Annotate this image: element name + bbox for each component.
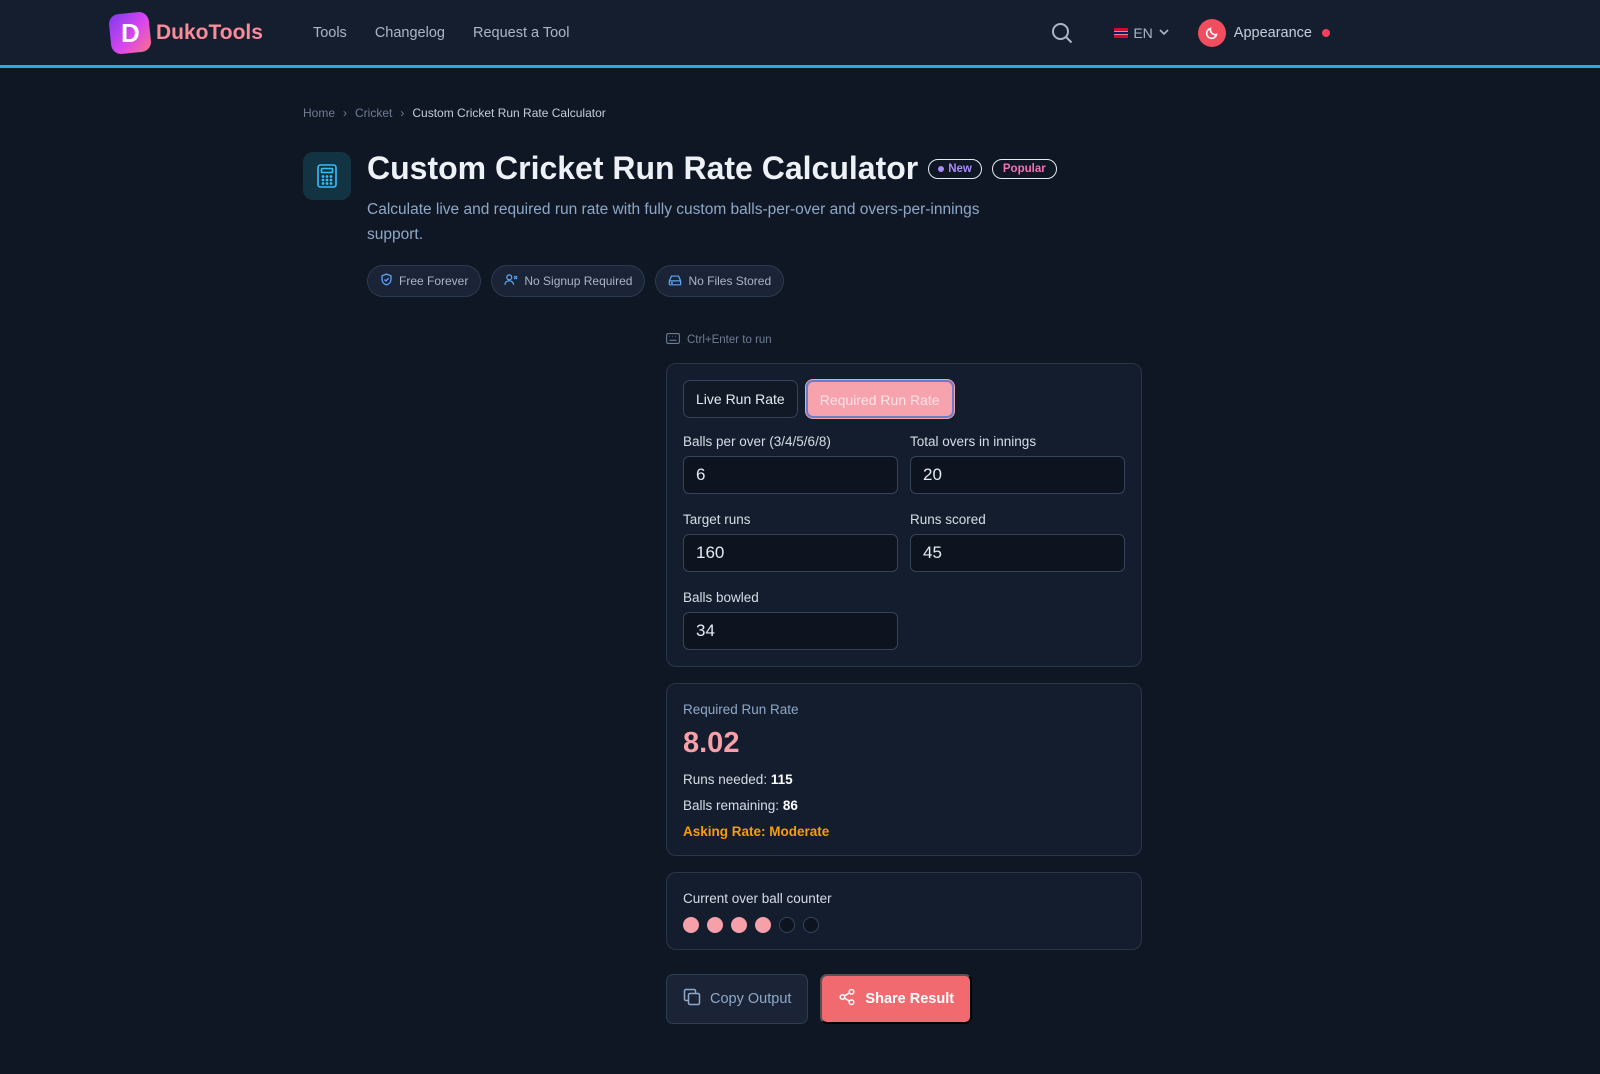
nav-links: Tools Changelog Request a Tool [313,25,569,41]
chevron-right-icon: › [400,106,405,120]
logo-mark: D [108,10,152,55]
total-overs-input[interactable] [910,456,1125,494]
page-title: Custom Cricket Run Rate Calculator [367,150,919,186]
badge-dot [938,165,945,172]
ball-counter-card: Current over ball counter [666,872,1142,950]
runs-scored-field: Runs scored [910,512,1125,572]
nav-link-request-tool[interactable]: Request a Tool [473,25,569,41]
target-runs-field: Target runs [683,512,898,572]
ball-counter [683,917,1125,933]
balls-per-over-label: Balls per over (3/4/5/6/8) [683,434,831,449]
copy-output-label: Copy Output [710,991,792,1007]
brand-name: DukoTools [156,20,263,44]
calculator-tool: Ctrl+Enter to run Live Run Rate Required… [666,333,1142,1024]
language-selector[interactable]: EN [1114,25,1169,41]
result-label: Required Run Rate [683,702,799,717]
runs-needed-label: Runs needed: [683,772,768,787]
search-icon[interactable] [1050,21,1074,45]
chip-no-signup: No Signup Required [491,265,646,297]
runs-scored-input[interactable] [910,534,1125,572]
balls-per-over-field: Balls per over (3/4/5/6/8) [683,434,898,494]
total-overs-label: Total overs in innings [910,434,1037,449]
moon-icon [1197,18,1226,47]
balls-bowled-input[interactable] [683,612,898,650]
runs-needed-value: 115 [770,772,793,787]
ball-bowled [731,917,747,933]
nav-link-changelog[interactable]: Changelog [375,25,445,41]
breadcrumb-current: Custom Cricket Run Rate Calculator [412,106,606,120]
copy-icon [683,988,701,1010]
popular-badge: Popular [991,158,1057,179]
new-badge: New [928,158,982,179]
share-icon [838,988,856,1010]
result-card: Required Run Rate 8.02 Runs needed: 115 … [666,683,1142,856]
balls-remaining-value: 86 [782,798,798,813]
tab-required-run-rate[interactable]: Required Run Rate [805,380,954,418]
ball-bowled [755,917,771,933]
runs-scored-label: Runs scored [910,512,986,527]
new-badge-label: New [948,162,972,175]
breadcrumb-home[interactable]: Home [303,106,335,120]
calculator-icon [303,152,351,200]
ball-remaining [779,917,795,933]
nav-link-tools[interactable]: Tools [313,25,347,41]
ball-counter-label: Current over ball counter [683,891,832,906]
balls-bowled-label: Balls bowled [683,590,759,605]
keyboard-hint-text: Ctrl+Enter to run [687,334,772,346]
feature-chips: Free Forever No Signup Required No Files… [367,265,1067,297]
balls-bowled-field: Balls bowled [683,590,898,650]
breadcrumb: Home › Cricket › Custom Cricket Run Rate… [303,106,1303,120]
page-header: Custom Cricket Run Rate Calculator New P… [303,150,1303,298]
user-x-icon [504,273,518,289]
keyboard-hint: Ctrl+Enter to run [666,333,1142,347]
result-value: 8.02 [683,727,740,759]
chip-label: Free Forever [399,274,469,288]
ball-bowled [707,917,723,933]
share-result-label: Share Result [865,991,955,1007]
main-content: Home › Cricket › Custom Cricket Run Rate… [303,106,1303,298]
uk-flag-icon [1114,27,1129,38]
input-card: Live Run Rate Required Run Rate Balls pe… [666,363,1142,667]
brand-logo[interactable]: D DukoTools [108,10,263,55]
top-navbar: D DukoTools Tools Changelog Request a To… [0,0,1600,68]
mode-tabs: Live Run Rate Required Run Rate [683,380,1125,418]
appearance-toggle[interactable]: Appearance [1197,18,1330,47]
runs-needed-line: Runs needed: 115 [683,772,1125,787]
chip-label: No Files Stored [688,274,772,288]
page-subtitle: Calculate live and required run rate wit… [367,201,980,243]
hard-drive-icon [668,274,682,289]
asking-rate-status: Asking Rate: Moderate [683,824,830,839]
breadcrumb-cricket[interactable]: Cricket [355,106,392,120]
tab-live-run-rate[interactable]: Live Run Rate [683,380,798,418]
chevron-down-icon [1158,25,1170,41]
action-buttons: Copy Output Share Result [666,974,1142,1024]
copy-output-button[interactable]: Copy Output [666,974,809,1024]
language-code: EN [1133,24,1153,41]
chevron-right-icon: › [343,106,348,120]
logo-letter: D [120,17,140,47]
chip-label: No Signup Required [524,274,633,288]
balls-remaining-line: Balls remaining: 86 [683,798,1125,813]
chip-free-forever: Free Forever [367,265,482,297]
notification-dot [1322,28,1330,37]
appearance-label: Appearance [1233,24,1312,41]
shield-check-icon [380,273,393,289]
chip-no-files: No Files Stored [655,265,785,297]
share-result-button[interactable]: Share Result [820,974,973,1024]
ball-remaining [803,917,819,933]
target-runs-input[interactable] [683,534,898,572]
keyboard-icon [666,333,680,347]
total-overs-field: Total overs in innings [910,434,1125,494]
balls-per-over-input[interactable] [683,456,898,494]
target-runs-label: Target runs [683,512,751,527]
balls-remaining-label: Balls remaining: [683,798,780,813]
ball-bowled [683,917,699,933]
